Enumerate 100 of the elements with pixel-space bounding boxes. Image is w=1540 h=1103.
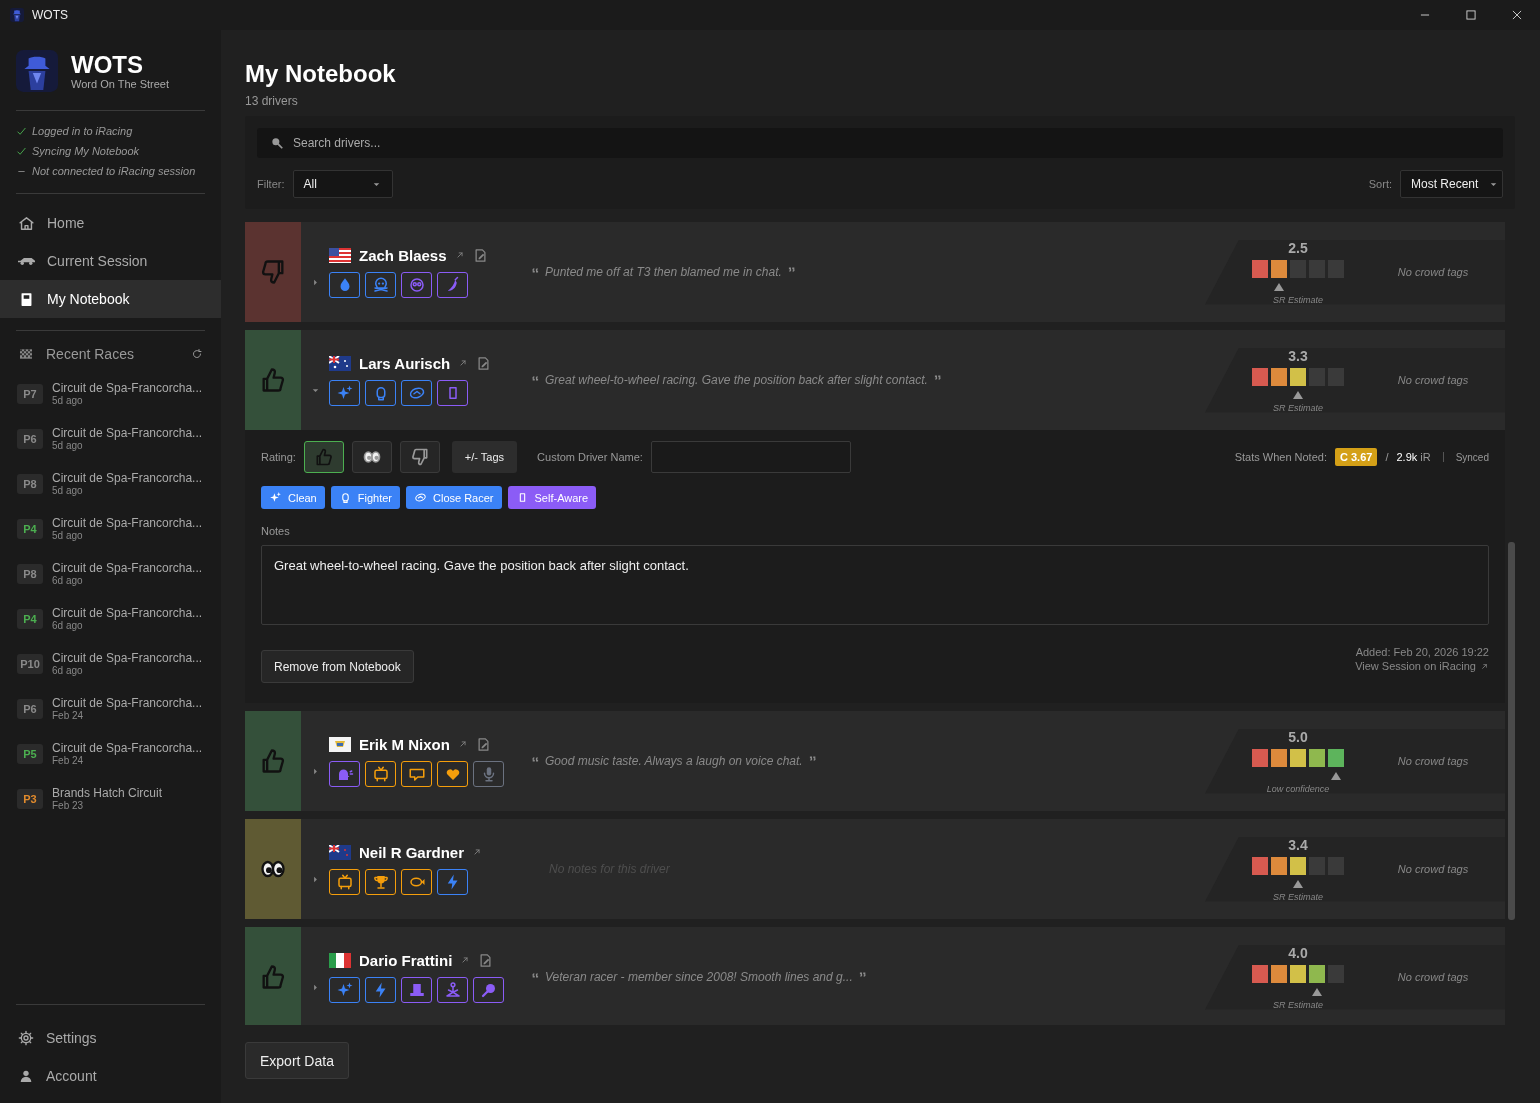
edit-note-icon xyxy=(478,952,494,968)
irating: 2.9k xyxy=(1396,451,1418,463)
driver-tag[interactable] xyxy=(365,868,396,895)
crowd-tags: No crowd tags xyxy=(1361,755,1505,767)
crowd-tags: No crowd tags xyxy=(1361,374,1505,386)
race-track: Brands Hatch Circuit xyxy=(52,786,163,800)
driver-tag[interactable] xyxy=(329,868,360,895)
session-link[interactable]: View Session on iRacing xyxy=(1355,659,1489,673)
race-item[interactable]: P8 Circuit de Spa-Francorcha... 6d ago xyxy=(0,551,221,596)
race-item[interactable]: P3 Brands Hatch Circuit Feb 23 xyxy=(0,776,221,821)
quote-icon xyxy=(531,265,541,275)
driver-tag[interactable] xyxy=(437,868,468,895)
status-text: Logged in to iRacing xyxy=(32,125,133,137)
driver-tag[interactable] xyxy=(437,271,468,298)
rating-button[interactable] xyxy=(399,441,440,473)
remove-button[interactable]: Remove from Notebook xyxy=(261,650,414,683)
driver-note: Punted me off at T3 then blamed me in chat. xyxy=(545,265,782,279)
position-badge: P7 xyxy=(17,383,43,404)
face-icon xyxy=(407,275,426,294)
score-value: 3.3 xyxy=(1288,347,1308,364)
car-icon xyxy=(18,256,35,266)
score-caption: SR Estimate xyxy=(1273,891,1323,902)
race-item[interactable]: P8 Circuit de Spa-Francorcha... 5d ago xyxy=(0,461,221,506)
driver-name[interactable]: Erik M Nixon xyxy=(359,735,450,753)
score-caption: SR Estimate xyxy=(1273,402,1323,413)
nav-item[interactable]: Account xyxy=(0,1057,221,1095)
score-caption: SR Estimate xyxy=(1273,999,1323,1010)
race-item[interactable]: P7 Circuit de Spa-Francorcha... 5d ago xyxy=(0,371,221,416)
nav-item[interactable]: Settings xyxy=(0,1019,221,1057)
race-track: Circuit de Spa-Francorcha... xyxy=(52,516,203,530)
race-item[interactable]: P6 Circuit de Spa-Francorcha... Feb 24 xyxy=(0,686,221,731)
race-track: Circuit de Spa-Francorcha... xyxy=(52,606,203,620)
driver-name[interactable]: Dario Frattini xyxy=(359,951,453,969)
added-date: Feb 20, 2026 19:22 xyxy=(1393,646,1489,658)
driver-tag[interactable] xyxy=(401,271,432,298)
driver-name[interactable]: Zach Blaess xyxy=(359,246,447,264)
nav-item[interactable]: My Notebook xyxy=(0,280,221,318)
tag-chip[interactable]: Close Racer xyxy=(406,486,502,509)
race-item[interactable]: P5 Circuit de Spa-Francorcha... Feb 24 xyxy=(0,731,221,776)
race-time: 6d ago xyxy=(52,620,84,631)
irating-unit: iR xyxy=(1420,451,1431,463)
race-item[interactable]: P4 Circuit de Spa-Francorcha... 6d ago xyxy=(0,596,221,641)
race-item[interactable]: P4 Circuit de Spa-Francorcha... 5d ago xyxy=(0,506,221,551)
driver-tag[interactable] xyxy=(401,760,432,787)
driver-tag[interactable] xyxy=(401,868,432,895)
score-value: 5.0 xyxy=(1288,728,1308,745)
race-track: Circuit de Spa-Francorcha... xyxy=(52,426,203,440)
export-button[interactable]: Export Data xyxy=(245,1042,349,1079)
driver-tag[interactable] xyxy=(329,760,360,787)
driver-tag[interactable] xyxy=(437,976,468,1003)
driver-tag[interactable] xyxy=(365,271,396,298)
driver-tag[interactable] xyxy=(401,379,432,406)
rating-button[interactable] xyxy=(303,441,344,473)
score-value: 3.4 xyxy=(1288,836,1308,853)
driver-tag[interactable] xyxy=(329,271,360,298)
position-badge: P6 xyxy=(17,698,43,719)
driver-name[interactable]: Neil R Gardner xyxy=(359,843,465,861)
filter-dropdown[interactable]: All xyxy=(292,170,393,198)
status-text: Syncing My Notebook xyxy=(32,145,139,157)
section-title: Recent Races xyxy=(46,346,135,362)
thumbs-down-icon xyxy=(259,258,287,286)
tag-chip[interactable]: Fighter xyxy=(330,486,400,509)
added-label: Added: xyxy=(1355,646,1391,658)
race-item[interactable]: P6 Circuit de Spa-Francorcha... 5d ago xyxy=(0,416,221,461)
maximize-icon xyxy=(1464,8,1478,22)
position-badge: P3 xyxy=(17,788,43,809)
tags-button[interactable]: +/- Tags xyxy=(451,441,518,473)
tag-chip[interactable]: Clean xyxy=(261,486,325,509)
score-value: 4.0 xyxy=(1288,944,1308,961)
driver-tag[interactable] xyxy=(329,976,360,1003)
nav-item[interactable]: Home xyxy=(0,204,221,242)
search-field[interactable]: Search drivers... xyxy=(257,128,1503,158)
rating-button[interactable] xyxy=(351,441,392,473)
driver-tag[interactable] xyxy=(365,379,396,406)
scrollbar[interactable] xyxy=(1508,542,1515,920)
quote-icon xyxy=(531,373,541,383)
driver-tag[interactable] xyxy=(437,760,468,787)
driver-tag[interactable] xyxy=(401,976,432,1003)
race-time: Feb 24 xyxy=(52,710,85,721)
external-link-icon xyxy=(1480,661,1489,671)
crowd-tags: No crowd tags xyxy=(1361,971,1505,983)
sort-dropdown[interactable]: Most Recent xyxy=(1400,170,1503,198)
nav-item[interactable]: Current Session xyxy=(0,242,221,280)
tag-chip[interactable]: Self-Aware xyxy=(507,486,597,509)
skull-icon xyxy=(371,275,390,294)
sort-label: Sort: xyxy=(1368,178,1392,190)
race-item[interactable]: P10 Circuit de Spa-Francorcha... 6d ago xyxy=(0,641,221,686)
driver-tag[interactable] xyxy=(365,760,396,787)
driver-tag[interactable] xyxy=(473,760,504,787)
notes-label: Notes xyxy=(261,525,291,537)
driver-tag[interactable] xyxy=(329,379,360,406)
gear-icon xyxy=(18,1030,34,1046)
driver-tag[interactable] xyxy=(473,976,504,1003)
driver-tag[interactable] xyxy=(365,976,396,1003)
custom-name-field[interactable] xyxy=(650,441,851,473)
driver-name[interactable]: Lars Aurisch xyxy=(359,354,451,372)
driver-tag[interactable] xyxy=(437,379,468,406)
notes-field[interactable]: Great wheel-to-wheel racing. Gave the position back after slight contact. xyxy=(261,545,1489,625)
driver-note: Great wheel-to-wheel racing. Gave the position back after slight contact. xyxy=(545,373,928,387)
page-title: My Notebook xyxy=(245,60,397,88)
